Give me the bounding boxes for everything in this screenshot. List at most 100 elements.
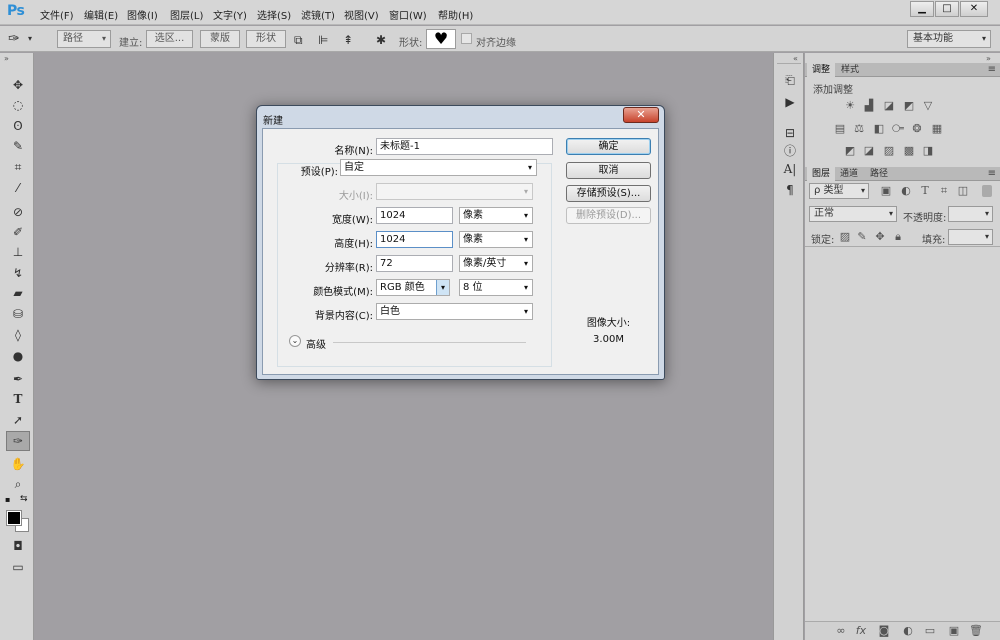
eraser-tool-icon[interactable]: ▰ — [9, 285, 27, 301]
gradient-map-icon[interactable]: ◨ — [921, 145, 935, 157]
info-panel-icon[interactable]: ⓘ — [782, 143, 798, 159]
filter-shape-icon[interactable]: ⌗ — [937, 185, 951, 197]
menu-layer[interactable]: 图层(L) — [170, 7, 203, 22]
hue-saturation-icon[interactable]: ▤ — [833, 123, 847, 135]
dialog-close-button[interactable]: ✕ — [623, 107, 659, 123]
move-tool-icon[interactable]: ✥ — [9, 77, 27, 93]
menu-filter[interactable]: 滤镜(T) — [301, 7, 335, 22]
healing-brush-tool-icon[interactable]: ⊘ — [9, 204, 27, 220]
curves-icon[interactable]: ◪ — [882, 100, 896, 112]
lock-image-icon[interactable]: ✎ — [855, 231, 869, 243]
opacity-field[interactable]: ▾ — [948, 206, 993, 222]
tab-adjustments[interactable]: 调整 — [807, 63, 836, 77]
height-unit-select[interactable]: 像素 ▾ — [459, 231, 533, 248]
paint-bucket-tool-icon[interactable]: ⛁ — [9, 306, 27, 322]
collapse-toolbox-icon[interactable]: » — [4, 54, 9, 63]
levels-icon[interactable]: ▟ — [862, 100, 876, 112]
save-preset-button[interactable]: 存储预设(S)... — [566, 185, 651, 202]
panel-menu-icon[interactable]: ≡ — [988, 63, 996, 77]
name-input[interactable]: 未标题-1 — [376, 138, 553, 155]
menu-type[interactable]: 文字(Y) — [213, 7, 247, 22]
freeform-pen-tool-icon[interactable]: ✑ — [8, 31, 20, 47]
expand-dock-icon[interactable]: « — [793, 54, 798, 63]
background-select[interactable]: 白色 ▾ — [376, 303, 533, 320]
blur-tool-icon[interactable]: ◊ — [9, 327, 27, 343]
gear-icon[interactable]: ✱ — [376, 33, 386, 47]
maximize-button[interactable]: □ — [935, 1, 959, 17]
new-adjustment-icon[interactable]: ◐ — [901, 625, 915, 637]
new-group-icon[interactable]: ▭ — [923, 625, 937, 637]
channel-mixer-icon[interactable]: ❂ — [910, 123, 924, 135]
menu-file[interactable]: 文件(F) — [40, 7, 74, 22]
resolution-input[interactable]: 72 — [376, 255, 453, 272]
color-mode-select[interactable]: RGB 颜色 ▾ — [376, 279, 450, 296]
exposure-icon[interactable]: ◩ — [902, 100, 916, 112]
default-colors-icon[interactable]: ▪ — [5, 495, 10, 504]
cancel-button[interactable]: 取消 — [566, 162, 651, 179]
marquee-tool-icon[interactable]: ◌ — [9, 97, 27, 113]
actions-panel-icon[interactable]: ▶ — [782, 94, 798, 110]
filter-adjustment-icon[interactable]: ◐ — [899, 185, 913, 197]
new-layer-icon[interactable]: ▣ — [947, 625, 961, 637]
width-unit-select[interactable]: 像素 ▾ — [459, 207, 533, 224]
trash-icon[interactable]: 🗑 — [969, 625, 983, 637]
tab-styles[interactable]: 样式 — [836, 63, 864, 77]
quick-selection-tool-icon[interactable]: ✎ — [9, 138, 27, 154]
path-mode-select[interactable]: 路径 ▾ — [57, 30, 111, 48]
threshold-icon[interactable]: ▨ — [882, 145, 896, 157]
history-panel-icon[interactable]: ⎗ — [782, 72, 798, 88]
hand-tool-icon[interactable]: ✋ — [9, 456, 27, 472]
menu-image[interactable]: 图像(I) — [127, 7, 158, 22]
photo-filter-icon[interactable]: ⧃ — [891, 123, 905, 135]
width-input[interactable]: 1024 — [376, 207, 453, 224]
screen-mode-icon[interactable]: ▭ — [9, 559, 27, 575]
workspace-select[interactable]: 基本功能 ▾ — [907, 30, 991, 48]
eyedropper-tool-icon[interactable]: ⁄ — [9, 180, 27, 196]
mask-button[interactable]: 蒙版 — [200, 30, 240, 48]
align-edges-checkbox[interactable] — [461, 33, 472, 44]
menu-help[interactable]: 帮助(H) — [438, 7, 473, 22]
add-mask-icon[interactable]: ◙ — [877, 625, 891, 637]
preset-select[interactable]: 自定 ▾ — [340, 159, 537, 176]
filter-toggle-switch[interactable] — [982, 185, 992, 197]
lock-position-icon[interactable]: ✥ — [873, 231, 887, 243]
tab-channels[interactable]: 通道 — [835, 167, 863, 181]
zoom-tool-icon[interactable]: ⌕ — [9, 476, 27, 492]
black-white-icon[interactable]: ◧ — [872, 123, 886, 135]
filter-pixel-icon[interactable]: ▣ — [879, 185, 893, 197]
path-arrangement-icon[interactable]: ⇞ — [343, 33, 353, 47]
advanced-label[interactable]: 高级 — [306, 336, 326, 351]
invert-icon[interactable]: ◩ — [843, 145, 857, 157]
panel-menu-icon[interactable]: ≡ — [988, 167, 996, 181]
tab-layers[interactable]: 图层 — [807, 167, 836, 181]
vibrance-icon[interactable]: ▽ — [921, 100, 935, 112]
paragraph-panel-icon[interactable]: ¶ — [782, 182, 798, 198]
swap-colors-icon[interactable]: ⇆ — [20, 494, 28, 504]
lock-icon[interactable]: 🔒︎ — [891, 231, 905, 243]
menu-edit[interactable]: 编辑(E) — [84, 7, 118, 22]
lock-transparent-icon[interactable]: ▨ — [838, 231, 852, 243]
crop-tool-icon[interactable]: ⌗ — [9, 159, 27, 175]
filter-smart-object-icon[interactable]: ◫ — [956, 185, 970, 197]
menu-window[interactable]: 窗口(W) — [389, 7, 427, 22]
height-input[interactable]: 1024 — [376, 231, 453, 248]
tab-paths[interactable]: 路径 — [865, 167, 893, 181]
menu-select[interactable]: 选择(S) — [257, 7, 291, 22]
type-tool-icon[interactable]: T — [9, 391, 27, 407]
layer-style-icon[interactable]: fx — [854, 625, 868, 637]
collapse-panels-icon[interactable]: » — [986, 54, 991, 63]
filter-type-icon[interactable]: T — [918, 185, 932, 197]
pen-tool-icon[interactable]: ✒ — [9, 371, 27, 387]
properties-panel-icon[interactable]: ⊟ — [782, 125, 798, 141]
tool-preset-arrow-icon[interactable]: ▾ — [28, 34, 32, 43]
menu-view[interactable]: 视图(V) — [344, 7, 379, 22]
quick-mask-icon[interactable]: ◘ — [9, 538, 27, 554]
bit-depth-select[interactable]: 8 位 ▾ — [459, 279, 533, 296]
close-window-button[interactable]: ✕ — [960, 1, 988, 17]
clone-stamp-tool-icon[interactable]: ⊥ — [9, 244, 27, 260]
selective-color-icon[interactable]: ▩ — [902, 145, 916, 157]
custom-shape-picker[interactable]: ♥ — [426, 29, 456, 49]
minimize-button[interactable]: ▁ — [910, 1, 934, 17]
character-panel-icon[interactable]: A| — [782, 161, 798, 177]
resolution-unit-select[interactable]: 像素/英寸 ▾ — [459, 255, 533, 272]
